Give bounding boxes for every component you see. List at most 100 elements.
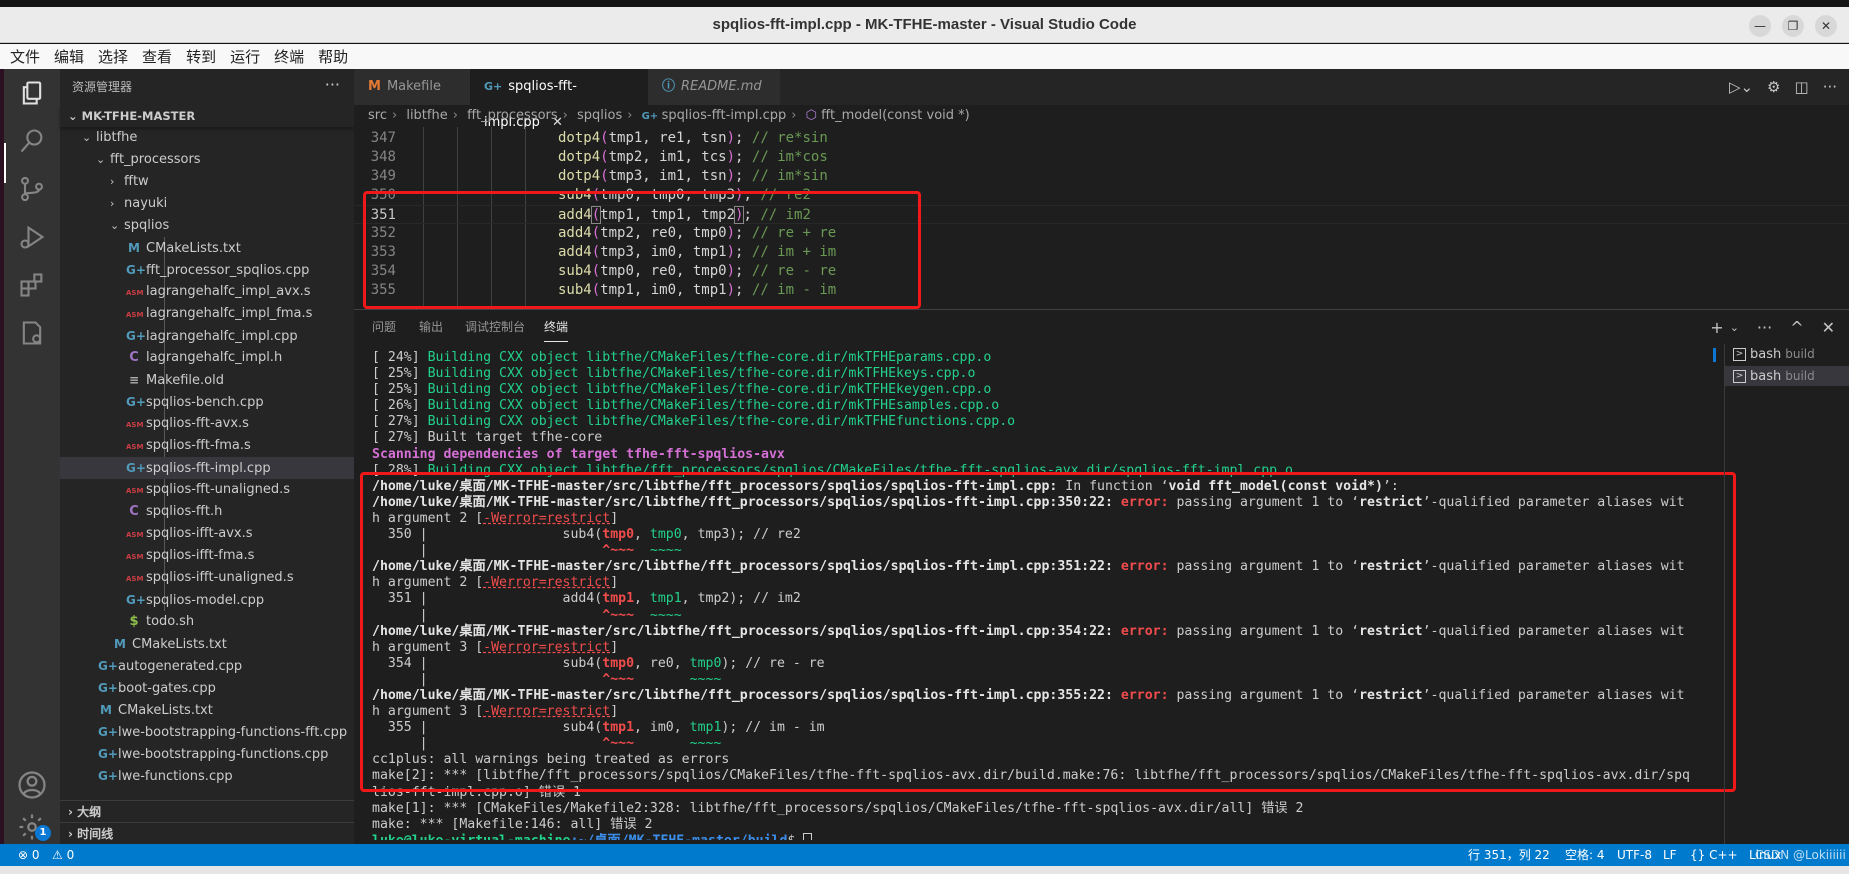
tree-item[interactable]: M CMakeLists.txt [60, 699, 354, 721]
menu-terminal[interactable]: 终端 [274, 46, 304, 67]
panel-tab-terminal[interactable]: 终端 [544, 312, 569, 342]
indentation[interactable]: 空格: 4 [1565, 844, 1605, 866]
tree-item[interactable]: G+boot-gates.cpp [60, 677, 354, 699]
menu-go[interactable]: 转到 [186, 46, 216, 67]
panel-tab-output[interactable]: 输出 [419, 310, 443, 344]
panel-tab-problems[interactable]: 问题 [372, 310, 396, 344]
tree-item[interactable]: Clagrangehalfc_impl.h [60, 347, 354, 369]
menu-edit[interactable]: 编辑 [54, 46, 84, 67]
breadcrumb-spqlios[interactable]: spqlios [577, 108, 622, 123]
warnings-count[interactable]: ⚠ 0 [52, 844, 74, 866]
language-mode[interactable]: {} C++ [1690, 844, 1738, 866]
search-icon[interactable] [14, 123, 50, 159]
close-window-button[interactable]: ✕ [1815, 15, 1837, 37]
outline-section[interactable]: › 大纲 [60, 800, 354, 822]
workspace-name: MK-TFHE-MASTER [81, 109, 196, 123]
tree-item[interactable]: ⌄ fft_processors [60, 149, 354, 171]
source-control-icon[interactable] [14, 171, 50, 207]
tree-item[interactable]: G+lwe-bootstrapping-functions.cpp [60, 743, 354, 765]
more-icon[interactable]: ··· [1757, 318, 1772, 337]
tree-item[interactable]: G+lagrangehalfc_impl.cpp [60, 325, 354, 347]
close-panel-icon[interactable]: ✕ [1822, 318, 1835, 337]
cursor-position[interactable]: 行 351，列 22 [1468, 844, 1550, 866]
panel-tab-debug-console[interactable]: 调试控制台 [465, 310, 525, 344]
tree-item[interactable]: ASM spqlios-ifft-fma.s [60, 545, 354, 567]
tab-spqlios-fft-impl[interactable]: G+ spqlios-fft-impl.cpp ✕ [470, 69, 648, 130]
tree-item[interactable]: G+spqlios-bench.cpp [60, 391, 354, 413]
tree-item[interactable]: ⌄ libtfhe [60, 127, 354, 149]
tree-item[interactable]: ⌄ spqlios [60, 215, 354, 237]
tree-item-label: libtfhe [96, 130, 138, 145]
breadcrumb-symbol[interactable]: fft_model(const void *) [821, 108, 970, 123]
tree-item[interactable]: ≡ Makefile.old [60, 369, 354, 391]
tree-item[interactable]: G+autogenerated.cpp [60, 655, 354, 677]
explorer-icon[interactable] [14, 75, 50, 111]
tree-item[interactable]: M CMakeLists.txt [60, 237, 354, 259]
terminal-icon: > [1733, 370, 1746, 383]
menu-file[interactable]: 文件 [10, 46, 40, 67]
tree-item[interactable]: ASM spqlios-ifft-avx.s [60, 523, 354, 545]
terminal-text: [ 27%] [372, 414, 428, 430]
cpp-file-icon: G+ [98, 747, 118, 761]
timeline-section[interactable]: › 时间线 [60, 822, 354, 844]
comment: // im*cos [751, 149, 828, 165]
terminal-item-selected[interactable]: > bash build [1725, 366, 1849, 386]
run-debug-dropdown-icon[interactable]: ▷⌄ [1729, 78, 1753, 96]
editor-tabs: M Makefile G+ spqlios-fft-impl.cpp ✕ ⓘ READM… [354, 69, 1849, 130]
tree-item[interactable]: G+lwe-functions.cpp [60, 765, 354, 787]
explorer-more-button[interactable]: ··· [325, 69, 340, 101]
tree-item-label: CMakeLists.txt [118, 703, 213, 718]
tree-item[interactable]: G+spqlios-model.cpp [60, 589, 354, 611]
tree-item[interactable]: G+lwe-bootstrapping-functions-fft.cpp [60, 721, 354, 743]
extensions-icon[interactable] [14, 267, 50, 303]
breadcrumb-file[interactable]: spqlios-fft-impl.cpp [662, 108, 787, 123]
tree-item-label: spqlios-fft.h [146, 504, 223, 519]
tree-item[interactable]: › nayuki [60, 193, 354, 215]
menu-selection[interactable]: 选择 [98, 46, 128, 67]
tree-item[interactable]: M CMakeLists.txt [60, 633, 354, 655]
account-icon[interactable] [14, 767, 50, 803]
settings-gear-icon[interactable]: ⚙ [1767, 78, 1780, 96]
menu-run[interactable]: 运行 [230, 46, 260, 67]
breadcrumb-src[interactable]: src [368, 108, 387, 123]
minimize-button[interactable]: — [1749, 15, 1771, 37]
breadcrumb-fft-processors[interactable]: fft_processors [467, 108, 558, 123]
chevron-right-icon: › [627, 108, 633, 123]
cmake-tools-icon[interactable] [14, 315, 50, 351]
tree-item[interactable]: ASM spqlios-fft-unaligned.s [60, 479, 354, 501]
tree-item-label: lwe-bootstrapping-functions-fft.cpp [118, 725, 348, 740]
tree-item[interactable]: › fftw [60, 171, 354, 193]
comment: // re*sin [751, 130, 828, 146]
terminal-line: [ 27%] Building CXX object libtfhe/CMake… [372, 414, 1707, 430]
menu-view[interactable]: 查看 [142, 46, 172, 67]
maximize-panel-icon[interactable]: ^ [1790, 318, 1803, 337]
tree-item[interactable]: ASM spqlios-fft-fma.s [60, 435, 354, 457]
breadcrumb: src › libtfhe › fft_processors › spqlios › G… [354, 105, 1849, 127]
paren: ) [726, 168, 736, 184]
errors-count[interactable]: ⊗ 0 [18, 844, 40, 866]
tree-item[interactable]: Cspqlios-fft.h [60, 501, 354, 523]
breadcrumb-libtfhe[interactable]: libtfhe [406, 108, 447, 123]
end-of-line[interactable]: LF [1663, 844, 1677, 866]
menu-help[interactable]: 帮助 [318, 46, 348, 67]
encoding[interactable]: UTF-8 [1617, 844, 1652, 866]
tree-item[interactable]: $ todo.sh [60, 611, 354, 633]
restore-button[interactable]: ❐ [1782, 15, 1804, 37]
tree-item[interactable]: G+spqlios-fft-impl.cpp [60, 457, 354, 479]
tree-item[interactable]: ASM lagrangehalfc_impl_avx.s [60, 281, 354, 303]
terminal-dropdown-icon[interactable]: ⌄ [1730, 321, 1739, 334]
tab-makefile[interactable]: M Makefile [354, 69, 470, 105]
tree-item[interactable]: ASM lagrangehalfc_impl_fma.s [60, 303, 354, 325]
tree-item[interactable]: G+fft_processor_spqlios.cpp [60, 259, 354, 281]
split-editor-icon[interactable]: ◫ [1795, 78, 1809, 96]
new-terminal-icon[interactable]: + [1710, 318, 1723, 337]
tree-item[interactable]: ASM spqlios-fft-avx.s [60, 413, 354, 435]
terminal-list: > bash build > bash build [1713, 344, 1849, 844]
tree-item[interactable]: ASM spqlios-ifft-unaligned.s [60, 567, 354, 589]
tab-readme[interactable]: ⓘ README.md [648, 69, 780, 105]
more-actions-icon[interactable]: ··· [1823, 78, 1837, 96]
workspace-root[interactable]: ⌄ MK-TFHE-MASTER [60, 105, 354, 127]
terminal-text: [ 26%] [372, 398, 428, 414]
terminal-item[interactable]: > bash build [1733, 344, 1849, 364]
run-debug-icon[interactable] [14, 219, 50, 255]
